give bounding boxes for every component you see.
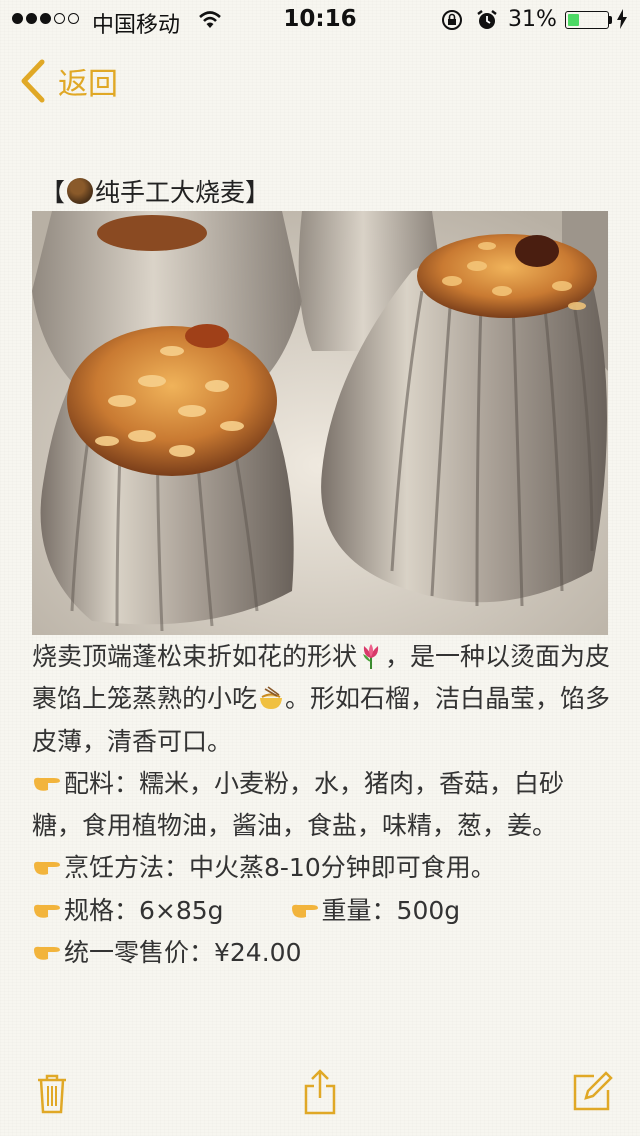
shumai-illustration (32, 211, 608, 635)
battery-icon (565, 11, 609, 29)
title-text: 纯手工大烧麦】 (95, 178, 271, 207)
noodle-bowl-emoji-icon (260, 686, 283, 710)
pointing-hand-icon (34, 777, 60, 791)
trash-icon[interactable] (36, 1072, 68, 1118)
charging-icon (617, 9, 627, 29)
pointing-hand-icon (34, 904, 60, 918)
orientation-lock-icon (442, 10, 462, 30)
mooncake-emoji-icon (67, 178, 94, 204)
tulip-emoji-icon (363, 644, 379, 669)
battery-percent: 31% (508, 7, 557, 32)
price-line: 统一零售价：¥24.00 (32, 932, 612, 974)
title-bracket: 【 (40, 178, 66, 207)
back-label: 返回 (58, 67, 118, 102)
alarm-icon (477, 10, 497, 29)
chevron-left-icon (21, 59, 45, 103)
spec-line: 规格：6×85g 重量：500g (32, 890, 612, 932)
note-body: 烧卖顶端蓬松束折如花的形状 ，是一种以烫面为皮裹馅上笼蒸熟的小吃 。形如石榴，洁白晶… (32, 636, 612, 974)
pointing-hand-icon (291, 904, 318, 918)
intro-paragraph: 烧卖顶端蓬松束折如花的形状 ，是一种以烫面为皮裹馅上笼蒸熟的小吃 。形如石榴，洁白晶… (32, 642, 611, 756)
note-title: 【 纯手工大烧麦】 (40, 173, 270, 209)
method-line: 烹饪方法：中火蒸8-10分钟即可食用。 (32, 847, 612, 889)
status-bar: 中国移动 10:16 31% (0, 0, 640, 40)
pointing-hand-icon (34, 946, 60, 960)
pointing-hand-icon (34, 862, 60, 876)
compose-icon[interactable] (572, 1070, 614, 1116)
share-icon[interactable] (303, 1068, 337, 1120)
shumai-photo (32, 211, 608, 635)
back-button[interactable]: 返回 (18, 58, 118, 104)
ingredients-line: 配料：糯米，小麦粉，水，猪肉，香菇，白砂糖，食用植物油，酱油，食盐，味精，葱，姜… (32, 768, 565, 841)
